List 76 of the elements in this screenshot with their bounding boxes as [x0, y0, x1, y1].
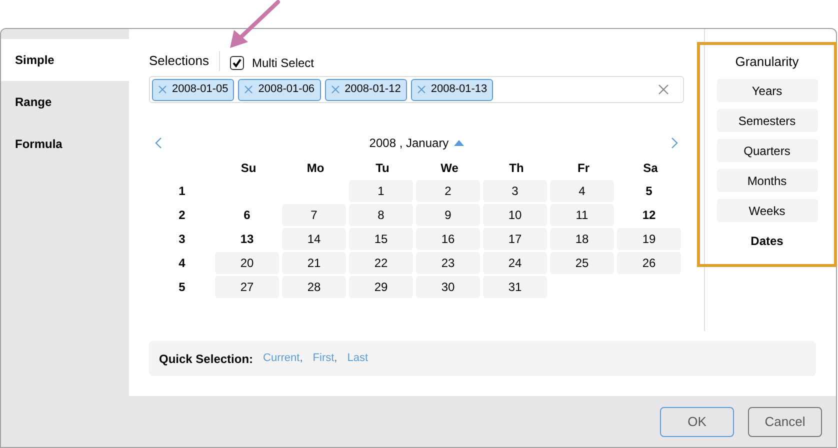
day-cell[interactable]: 19 [617, 228, 681, 250]
granularity-option[interactable]: Years [716, 79, 818, 102]
day-cell[interactable]: 17 [483, 228, 547, 250]
day-cell[interactable]: 10 [483, 204, 547, 226]
day-cell[interactable]: 16 [416, 228, 480, 250]
day-cell[interactable]: 15 [349, 228, 413, 250]
day-cell[interactable]: 30 [416, 276, 480, 298]
separator: , [334, 351, 338, 366]
clear-icon[interactable] [658, 84, 669, 95]
caret-up-icon[interactable] [454, 140, 464, 146]
day-cell[interactable]: 13 [215, 228, 279, 250]
day-cell[interactable]: 11 [550, 204, 614, 226]
remove-icon[interactable] [244, 85, 254, 94]
day-cell[interactable]: 8 [349, 204, 413, 226]
granularity-title: Granularity [735, 53, 799, 72]
day-cell[interactable]: 1 [349, 180, 413, 202]
checkmark-icon [232, 58, 242, 68]
day-cell[interactable]: 24 [483, 252, 547, 274]
day-cell[interactable]: 22 [349, 252, 413, 274]
day-cell[interactable]: 6 [215, 204, 279, 226]
previous-month-icon[interactable] [155, 137, 162, 149]
date-tag[interactable]: 2008-01-12 [324, 78, 407, 100]
selections-field[interactable]: 2008-01-05 2008-01-06 2008-01-12 2008-01-13 [149, 76, 684, 103]
day-cell[interactable]: 5 [617, 180, 681, 202]
multi-select-checkbox[interactable] [230, 56, 244, 70]
day-cell[interactable]: 12 [617, 204, 681, 226]
day-cell[interactable]: 25 [550, 252, 614, 274]
day-cell[interactable]: 29 [349, 276, 413, 298]
separator: , [300, 351, 303, 366]
day-cell[interactable]: 14 [282, 228, 346, 250]
weekday-header: Tu [376, 160, 390, 177]
day-cell[interactable]: 27 [215, 276, 279, 298]
granularity-option[interactable]: Weeks [716, 199, 818, 222]
week-number: 1 [178, 183, 186, 200]
week-number: 4 [178, 255, 186, 272]
selections-label: Selections [149, 51, 220, 71]
day-cell[interactable]: 23 [416, 252, 480, 274]
weekday-header: Su [240, 160, 256, 177]
granularity-option[interactable]: Months [716, 169, 818, 192]
day-cell[interactable]: 18 [550, 228, 614, 250]
day-cell[interactable]: 7 [282, 204, 346, 226]
quick-selection-label: Quick Selection: [159, 350, 254, 368]
weekday-header: Th [509, 160, 524, 177]
day-cell[interactable]: 21 [282, 252, 346, 274]
tab[interactable]: Simple [1, 39, 129, 81]
remove-icon[interactable] [416, 85, 426, 94]
day-cell[interactable]: 3 [483, 180, 547, 202]
ok-button[interactable]: OK [660, 406, 734, 436]
date-tag[interactable]: 2008-01-05 [152, 78, 234, 100]
date-tag[interactable]: 2008-01-06 [238, 78, 321, 100]
remove-icon[interactable] [158, 85, 167, 94]
day-cell[interactable]: 20 [215, 252, 279, 274]
day-cell[interactable]: 28 [282, 276, 346, 298]
weekday-header: Fr [578, 160, 590, 177]
date-tag[interactable]: 2008-01-13 [410, 78, 494, 100]
weekday-header: We [440, 160, 458, 177]
day-cell[interactable]: 9 [416, 204, 480, 226]
remove-icon[interactable] [330, 85, 340, 94]
weekday-header: Sa [643, 160, 658, 177]
weekday-header: Mo [306, 160, 324, 177]
day-cell[interactable]: 31 [483, 276, 547, 298]
next-month-icon[interactable] [670, 137, 678, 149]
tab[interactable]: Formula [1, 123, 129, 165]
cancel-button[interactable]: Cancel [748, 406, 822, 436]
week-number: 5 [178, 279, 186, 296]
month-title[interactable]: 2008 , January [369, 134, 449, 152]
granularity-option[interactable]: Quarters [716, 139, 818, 162]
week-number: 3 [178, 231, 186, 248]
granularity-option[interactable]: Semesters [716, 109, 818, 132]
day-cell[interactable]: 4 [550, 180, 614, 202]
week-number: 2 [178, 207, 186, 224]
granularity-option[interactable]: Dates [716, 229, 818, 252]
tab[interactable]: Range [1, 81, 129, 123]
day-cell[interactable]: 2 [416, 180, 480, 202]
day-cell[interactable]: 26 [617, 252, 681, 274]
multi-select-label: Multi Select [252, 55, 314, 72]
